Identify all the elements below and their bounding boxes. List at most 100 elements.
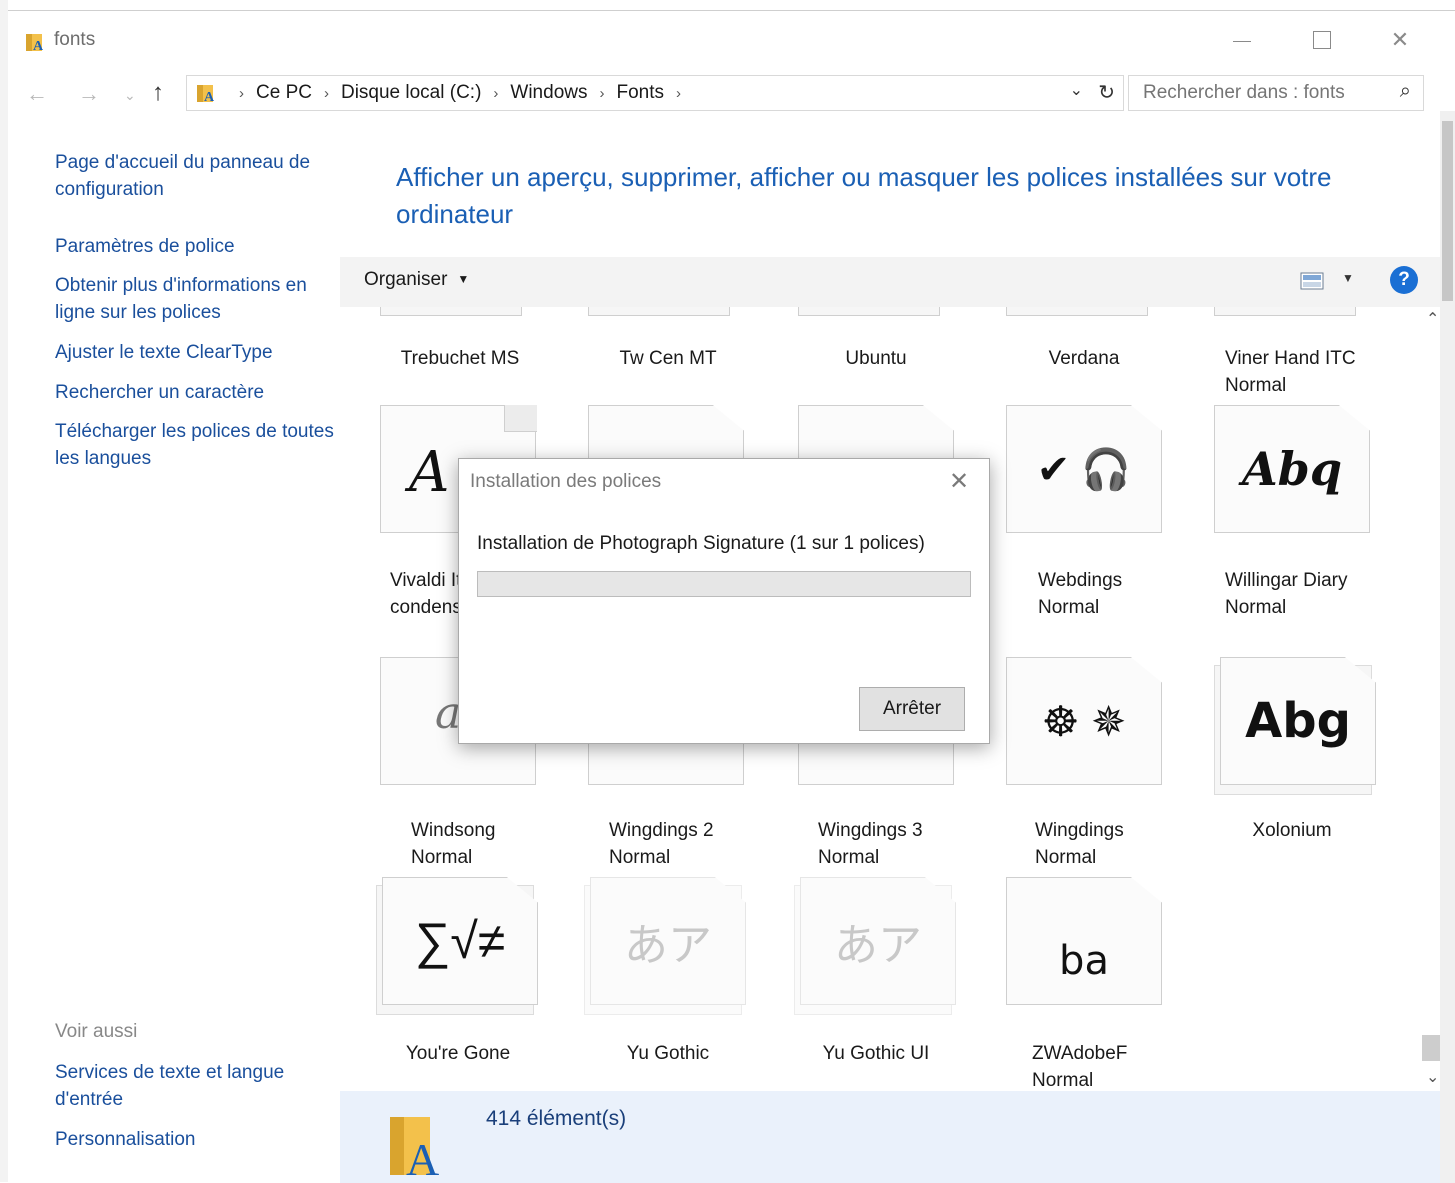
change-view-icon[interactable] — [1300, 271, 1324, 291]
font-family: ZWAdobeF — [1032, 1043, 1128, 1064]
font-sample: ∑√≠ — [414, 913, 506, 969]
address-bar[interactable]: A › Ce PC › Disque local (C:) › Windows … — [186, 75, 1124, 111]
font-sample: ba — [1059, 938, 1109, 984]
font-name[interactable]: Wingdings 2 Normal — [609, 817, 779, 871]
minimize-icon — [1233, 40, 1251, 42]
font-name[interactable]: Trebuchet MS — [350, 345, 570, 372]
caret-down-icon: ▼ — [457, 272, 470, 286]
font-name[interactable]: Webdings Normal — [1038, 567, 1218, 621]
chevron-right-icon[interactable]: › — [599, 85, 604, 102]
maximize-button[interactable] — [1292, 17, 1352, 63]
chevron-right-icon[interactable]: › — [493, 85, 498, 102]
font-style: Normal — [1032, 1070, 1094, 1091]
font-name[interactable]: Verdana — [974, 345, 1194, 372]
search-icon[interactable]: ⌕ — [1400, 80, 1411, 103]
font-name[interactable]: Tw Cen MT — [558, 345, 778, 372]
font-name[interactable]: Wingdings 3 Normal — [818, 817, 988, 871]
font-name[interactable]: Wingdings Normal — [1035, 817, 1205, 871]
font-name[interactable]: Yu Gothic — [558, 1040, 778, 1067]
stop-button[interactable]: Arrêter — [859, 687, 965, 731]
font-name[interactable]: Xolonium — [1182, 817, 1402, 844]
window-title: fonts — [54, 29, 96, 50]
font-tile-willingar[interactable]: Abq — [1214, 405, 1370, 533]
breadcrumb-fonts[interactable]: Fonts — [616, 82, 664, 104]
fonts-folder-icon: A — [197, 85, 215, 104]
font-name[interactable]: ZWAdobeF Normal — [1032, 1040, 1212, 1091]
partial-tile[interactable] — [798, 307, 940, 316]
text-services-link[interactable]: Services de texte et langue d'entrée — [55, 1059, 335, 1113]
fonts-folder-icon: A — [390, 1117, 439, 1179]
address-dropdown-icon[interactable]: ⌄ — [1070, 80, 1083, 100]
chevron-down-icon[interactable]: ⌄ — [124, 87, 136, 104]
svg-text:A: A — [204, 90, 215, 104]
font-style: Normal — [1035, 847, 1097, 868]
breadcrumb-windows[interactable]: Windows — [510, 82, 587, 104]
font-tile-yu-gothic-ui[interactable]: あア — [800, 877, 956, 1005]
fonts-folder-icon: A — [26, 34, 44, 53]
partial-tile[interactable] — [1214, 307, 1356, 316]
font-tile-xolonium[interactable]: Abg — [1220, 657, 1376, 785]
font-name[interactable]: Windsong Normal — [411, 817, 581, 871]
title-bar: A fonts ✕ — [8, 11, 1455, 63]
window-scrollbar[interactable] — [1440, 111, 1455, 1183]
install-fonts-dialog: Installation des polices ✕ Installation … — [458, 458, 990, 744]
cleartype-link[interactable]: Ajuster le texte ClearType — [55, 339, 335, 366]
desktop-edge — [0, 0, 8, 1182]
refresh-icon[interactable]: ↻ — [1098, 80, 1115, 105]
partial-tile[interactable] — [1006, 307, 1148, 316]
font-sample: あア — [624, 921, 712, 970]
close-button[interactable]: ✕ — [1370, 17, 1430, 63]
font-name[interactable]: Yu Gothic UI — [766, 1040, 986, 1067]
breadcrumb-local-disk[interactable]: Disque local (C:) — [341, 82, 481, 104]
font-sample: ☸ ✵ — [1041, 697, 1127, 745]
chevron-right-icon[interactable]: › — [676, 85, 681, 102]
minimize-button[interactable] — [1212, 17, 1272, 63]
font-sample: A — [409, 440, 450, 505]
download-all-fonts-link[interactable]: Télécharger les polices de toutes les la… — [55, 418, 335, 472]
find-character-link[interactable]: Rechercher un caractère — [55, 379, 335, 406]
font-name[interactable]: Viner Hand ITC Normal — [1225, 345, 1405, 399]
font-family: Viner Hand ITC — [1225, 348, 1356, 369]
search-box[interactable]: ⌕ — [1128, 75, 1424, 111]
back-arrow-icon[interactable]: ← — [26, 81, 48, 107]
see-also-heading: Voir aussi — [55, 1021, 138, 1042]
font-name[interactable]: Ubuntu — [766, 345, 986, 372]
help-icon[interactable]: ? — [1390, 266, 1418, 294]
font-family: Wingdings — [1035, 820, 1124, 841]
forward-arrow-icon[interactable]: → — [78, 81, 100, 107]
control-panel-home-link[interactable]: Page d'accueil du panneau de configurati… — [55, 149, 335, 203]
chevron-right-icon[interactable]: › — [324, 85, 329, 102]
view-dropdown-icon[interactable]: ▼ — [1342, 271, 1354, 285]
online-font-info-link[interactable]: Obtenir plus d'informations en ligne sur… — [55, 272, 335, 326]
up-arrow-icon[interactable]: ↑ — [152, 79, 164, 107]
font-tile-webdings[interactable]: ✔ 🎧 — [1006, 405, 1162, 533]
tasks-pane: Page d'accueil du panneau de configurati… — [8, 141, 340, 1181]
font-tile-yu-gothic[interactable]: あア — [590, 877, 746, 1005]
font-family: Willingar Diary — [1225, 570, 1348, 591]
scroll-up-icon[interactable]: ⌃ — [1426, 309, 1439, 329]
font-style: Normal — [1225, 375, 1287, 396]
window-scroll-thumb[interactable] — [1442, 121, 1453, 301]
search-input[interactable] — [1141, 81, 1385, 105]
partial-tile[interactable] — [588, 307, 730, 316]
close-icon: ✕ — [1390, 27, 1410, 52]
svg-text:A: A — [33, 39, 44, 53]
partial-tile[interactable] — [380, 307, 522, 316]
scroll-down-icon[interactable]: ⌄ — [1426, 1067, 1439, 1087]
organize-menu-button[interactable]: Organiser ▼ — [364, 269, 469, 291]
font-tile-zwadobef[interactable]: ba — [1006, 877, 1162, 1005]
font-tile-youre-gone[interactable]: ∑√≠ — [382, 877, 538, 1005]
font-tile-wingdings[interactable]: ☸ ✵ — [1006, 657, 1162, 785]
font-style: Normal — [609, 847, 671, 868]
close-icon[interactable]: ✕ — [949, 467, 969, 496]
font-family: Windsong — [411, 820, 496, 841]
breadcrumb-this-pc[interactable]: Ce PC — [256, 82, 312, 104]
personalization-link[interactable]: Personnalisation — [55, 1126, 335, 1153]
font-family: Webdings — [1038, 570, 1123, 591]
font-sample: Abq — [1241, 442, 1343, 496]
chevron-right-icon[interactable]: › — [239, 85, 244, 102]
font-name[interactable]: Willingar Diary Normal — [1225, 567, 1405, 621]
maximize-icon — [1313, 31, 1331, 49]
font-settings-link[interactable]: Paramètres de police — [55, 233, 335, 260]
font-name[interactable]: You're Gone — [348, 1040, 568, 1067]
